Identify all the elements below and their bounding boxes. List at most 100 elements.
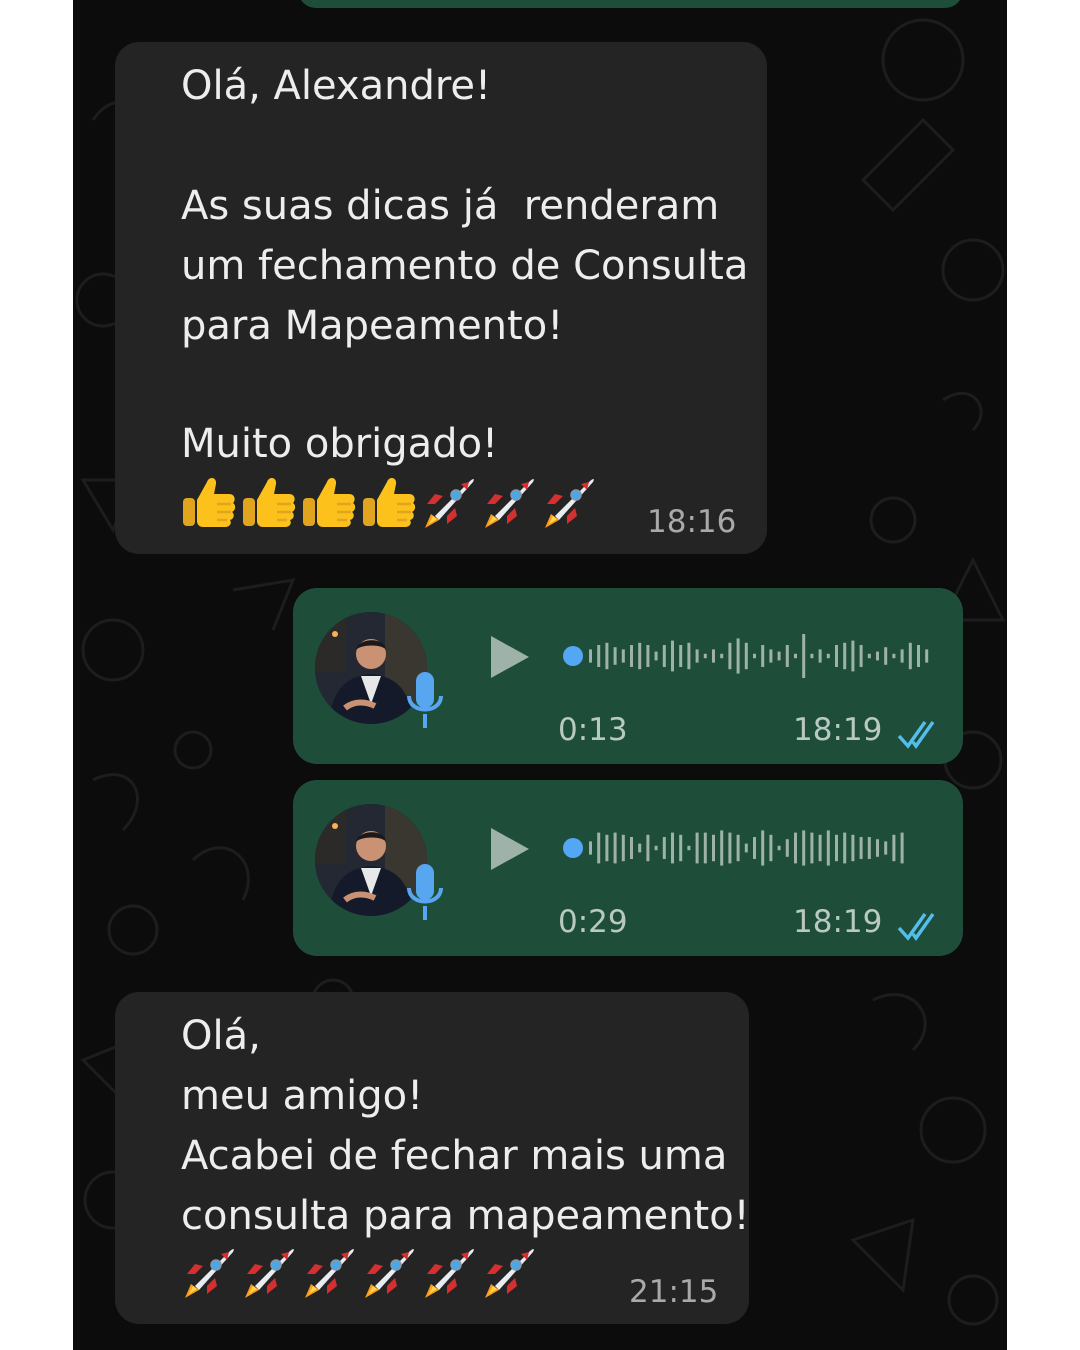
waveform-bar bbox=[613, 832, 617, 864]
waveform-bar bbox=[900, 832, 904, 864]
waveform-bar bbox=[605, 642, 609, 670]
waveform-bar bbox=[728, 832, 732, 864]
outgoing-voice-message: 0:29 18:19 bbox=[293, 780, 963, 956]
incoming-message[interactable]: Olá, meu amigo! Acabei de fechar mais um… bbox=[115, 992, 750, 1324]
waveform-bar bbox=[589, 841, 592, 855]
waveform-bar bbox=[826, 830, 830, 866]
waveform-bar bbox=[884, 647, 888, 665]
play-icon[interactable] bbox=[485, 632, 535, 682]
waveform-bar bbox=[646, 645, 650, 667]
microphone-icon bbox=[405, 670, 445, 732]
emoji-row bbox=[181, 1244, 551, 1304]
waveform-bar bbox=[589, 649, 592, 663]
incoming-message[interactable]: Olá, Alexandre! As suas dicas já rendera… bbox=[115, 42, 767, 554]
rocket-icon bbox=[481, 1244, 537, 1300]
audio-progress-dot[interactable] bbox=[563, 646, 583, 666]
waveform-bar bbox=[662, 837, 666, 859]
waveform-bar bbox=[867, 653, 871, 659]
waveform-bar bbox=[925, 649, 929, 663]
waveform-bar bbox=[736, 638, 740, 674]
waveform-bar bbox=[892, 834, 896, 862]
play-icon[interactable] bbox=[485, 824, 535, 874]
waveform-bar bbox=[720, 653, 724, 659]
waveform-bar bbox=[638, 843, 642, 853]
waveform-bar bbox=[654, 651, 658, 661]
waveform-bar bbox=[761, 830, 765, 866]
message-text-line: um fechamento de Consulta bbox=[181, 243, 749, 289]
waveform-bar bbox=[744, 642, 748, 670]
audio-duration: 0:13 bbox=[558, 712, 628, 748]
waveform-bar bbox=[835, 834, 838, 862]
waveform-bar bbox=[867, 837, 871, 859]
previous-message-edge bbox=[298, 0, 963, 8]
thumbs-up-icon bbox=[361, 474, 417, 530]
waveform-bar bbox=[646, 834, 650, 862]
microphone-icon bbox=[405, 862, 445, 924]
message-time: 18:16 bbox=[647, 504, 737, 540]
message-text-line: As suas dicas já renderam bbox=[181, 183, 720, 229]
waveform-bar bbox=[613, 647, 617, 665]
waveform-bar bbox=[769, 649, 773, 663]
waveform-bar bbox=[876, 839, 879, 857]
waveform-bar bbox=[605, 834, 609, 862]
waveform-bar bbox=[630, 837, 633, 859]
thumbs-up-icon bbox=[241, 474, 297, 530]
rocket-icon bbox=[421, 474, 477, 530]
waveform-bar bbox=[794, 653, 797, 659]
waveform-bar bbox=[851, 834, 855, 862]
message-time: 21:15 bbox=[629, 1274, 719, 1310]
waveform-bar bbox=[703, 653, 707, 659]
double-check-read-icon bbox=[897, 720, 943, 750]
audio-waveform[interactable] bbox=[563, 628, 933, 684]
waveform-bar bbox=[654, 845, 658, 851]
waveform-bar bbox=[695, 649, 699, 663]
chat-panel: Olá, Alexandre! As suas dicas já rendera… bbox=[73, 0, 1007, 1350]
waveform-bar bbox=[679, 645, 683, 667]
rocket-icon bbox=[301, 1244, 357, 1300]
message-text-line: Muito obrigado! bbox=[181, 421, 499, 467]
message-text-line: consulta para mapeamento! bbox=[181, 1193, 750, 1239]
outgoing-voice-message: 0:13 18:19 bbox=[293, 588, 963, 764]
waveform-bar bbox=[597, 832, 601, 864]
waveform-bar bbox=[785, 839, 789, 857]
waveform-bar bbox=[917, 645, 920, 667]
rocket-icon bbox=[421, 1244, 477, 1300]
audio-progress-dot[interactable] bbox=[563, 838, 583, 858]
waveform-bar bbox=[621, 649, 625, 663]
audio-duration: 0:29 bbox=[558, 904, 628, 940]
waveform-bar bbox=[900, 649, 904, 663]
waveform-bar bbox=[638, 642, 642, 670]
message-text-line: meu amigo! bbox=[181, 1073, 424, 1119]
waveform-bar bbox=[679, 834, 683, 862]
waveform-bar bbox=[818, 649, 822, 663]
waveform-bar bbox=[818, 834, 822, 862]
waveform-bar bbox=[826, 653, 830, 659]
rocket-icon bbox=[361, 1244, 417, 1300]
waveform-bar bbox=[810, 653, 814, 659]
rocket-icon bbox=[541, 474, 597, 530]
waveform-bar bbox=[736, 834, 740, 862]
waveform-bar bbox=[859, 837, 863, 859]
waveform-bar bbox=[712, 834, 715, 862]
waveform-bar bbox=[884, 841, 888, 855]
waveform-bar bbox=[761, 645, 765, 667]
thumbs-up-icon bbox=[181, 474, 237, 530]
message-time: 18:19 bbox=[793, 712, 883, 748]
waveform-bar bbox=[753, 837, 756, 859]
waveform-bar bbox=[744, 843, 748, 853]
emoji-row bbox=[181, 474, 611, 534]
waveform-bar bbox=[769, 834, 773, 862]
waveform-bar bbox=[753, 653, 756, 659]
message-text-line: Olá, bbox=[181, 1013, 261, 1059]
waveform-bar bbox=[843, 832, 847, 864]
waveform-bar bbox=[802, 830, 806, 866]
waveform-bar bbox=[876, 651, 879, 661]
audio-waveform[interactable] bbox=[563, 820, 933, 876]
waveform-bar bbox=[835, 645, 838, 667]
waveform-bar bbox=[630, 645, 633, 667]
waveform-bar bbox=[687, 642, 691, 670]
message-time: 18:19 bbox=[793, 904, 883, 940]
waveform-bar bbox=[671, 640, 674, 672]
waveform-bar bbox=[802, 634, 806, 678]
waveform-bar bbox=[892, 653, 896, 659]
